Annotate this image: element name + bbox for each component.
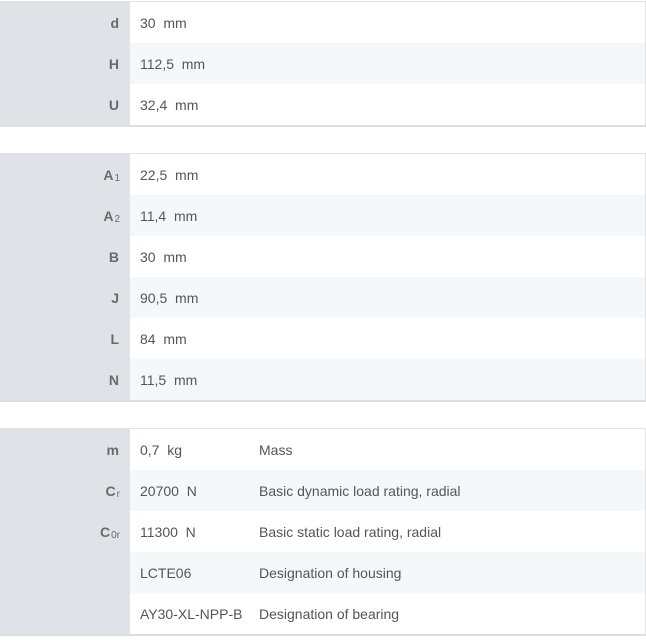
parameter-symbol: Cr (0, 470, 130, 511)
parameter-value: 84 mm (140, 330, 187, 347)
symbol-text: H (108, 55, 119, 72)
parameter-value: 30 mm (140, 248, 187, 265)
parameter-description: Mass (259, 441, 293, 458)
dimensions-table-main: d 30 mm H 112,5 mm U 32,4 mm (0, 1, 646, 127)
parameter-symbol: C 0r (0, 511, 130, 552)
parameter-value: 0,7 kg (140, 441, 183, 458)
parameter-description: Designation of housing (259, 564, 402, 581)
symbol-text: L (110, 330, 119, 347)
table-row: m 0,7 kg Mass (0, 429, 646, 470)
parameter-value: AY30-XL-NPP-B (140, 605, 243, 622)
parameter-value: 11,5 mm (140, 371, 198, 388)
parameter-symbol (0, 593, 130, 634)
symbol-text: C (99, 523, 111, 540)
symbol-text: A (103, 207, 114, 224)
dimensions-table-mounting: A1 22,5 mm A2 11,4 mm B 30 mm J 90,5 mm … (0, 153, 646, 402)
parameter-value: 30 mm (140, 14, 187, 31)
symbol-text: B (108, 248, 119, 265)
parameter-value: 112,5 mm (140, 55, 206, 72)
table-row: J 90,5 mm (0, 277, 646, 318)
table-row: d 30 mm (0, 2, 646, 43)
parameter-value: 22,5 mm (140, 166, 199, 183)
parameter-value: 11,4 mm (140, 207, 198, 224)
table-row: AY30-XL-NPP-B Designation of bearing (0, 593, 646, 634)
symbol-text: A (103, 166, 114, 183)
symbol-subscript: r (116, 489, 120, 500)
parameter-description: Designation of bearing (259, 605, 400, 622)
table-row: Cr 20700 N Basic dynamic load rating, rad… (0, 470, 646, 511)
symbol-text: m (106, 441, 119, 458)
symbol-text: N (108, 371, 119, 388)
parameter-value: 90,5 mm (140, 289, 199, 306)
parameter-symbol: L (0, 318, 130, 359)
table-row: B 30 mm (0, 236, 646, 277)
parameter-description: Basic static load rating, radial (259, 523, 442, 540)
performance-data-table: m 0,7 kg Mass Cr 20700 N Basic dynamic loa… (0, 428, 646, 636)
symbol-text: U (108, 96, 119, 113)
parameter-symbol (0, 552, 130, 593)
table-row: U 32,4 mm (0, 84, 646, 125)
parameter-symbol: m (0, 429, 130, 470)
parameter-symbol: A2 (0, 195, 130, 236)
parameter-symbol: A1 (0, 154, 130, 195)
parameter-symbol: H (0, 43, 130, 84)
parameter-value: LCTE06 (140, 564, 192, 581)
parameter-symbol: J (0, 277, 130, 318)
table-row: H 112,5 mm (0, 43, 646, 84)
parameter-symbol: d (0, 2, 130, 43)
parameter-value: 20700 N (140, 482, 197, 499)
table-row: N 11,5 mm (0, 359, 646, 400)
symbol-subscript: 0r (111, 530, 120, 541)
parameter-symbol: U (0, 84, 130, 125)
table-row: LCTE06 Designation of housing (0, 552, 646, 593)
parameter-description: Basic dynamic load rating, radial (259, 482, 461, 499)
parameter-symbol: N (0, 359, 130, 400)
symbol-subscript: 1 (114, 173, 120, 184)
table-row: A1 22,5 mm (0, 154, 646, 195)
symbol-subscript: 2 (114, 214, 120, 225)
symbol-text: d (110, 14, 119, 31)
parameter-symbol: B (0, 236, 130, 277)
table-row: C 0r 11300 N Basic static load rating, rad… (0, 511, 646, 552)
table-row: A2 11,4 mm (0, 195, 646, 236)
symbol-text: J (111, 289, 119, 306)
symbol-text: C (105, 482, 116, 499)
parameter-value: 32,4 mm (140, 96, 199, 113)
parameter-value: 11300 N (140, 523, 196, 540)
table-row: L 84 mm (0, 318, 646, 359)
